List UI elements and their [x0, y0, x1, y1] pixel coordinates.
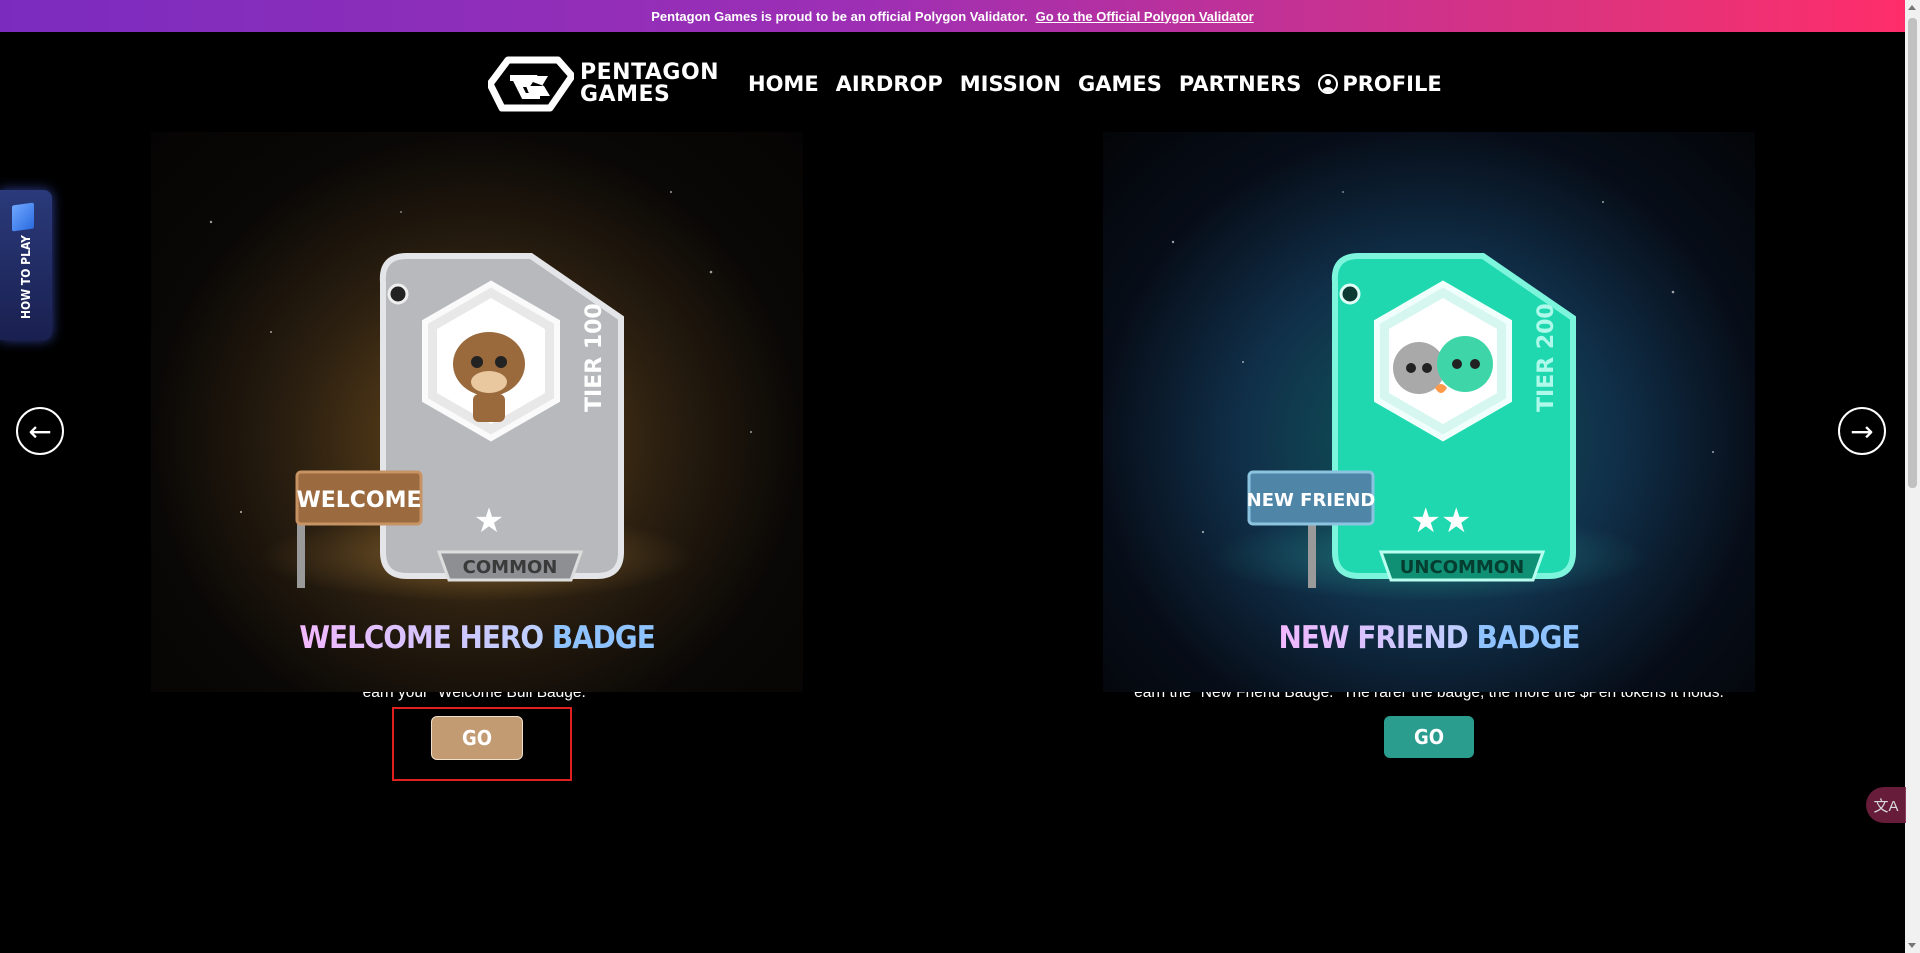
badge-artwork: TIER 200 ★★ UNCOMMON NEW FRIEND: [1103, 132, 1755, 692]
site-header: PENTAGON GAMES HOME AIRDROP MISSION GAME…: [488, 48, 1459, 120]
badge-title: WELCOME HERO BADGE: [151, 620, 803, 656]
badge-illustration: TIER 100 ★ COMMON WELCOME: [209, 191, 752, 588]
scrollbar[interactable]: [1905, 0, 1920, 953]
badge-card-welcome: TIER 100 ★ COMMON WELCOME WELCOME HERO B…: [151, 132, 803, 760]
arrow-right-icon: →: [1850, 414, 1874, 448]
how-to-play-tab[interactable]: HOW TO PLAY: [0, 190, 52, 340]
user-circle-icon: [1318, 74, 1339, 94]
pentagon-logo-icon: [488, 56, 574, 112]
how-to-play-label: HOW TO PLAY: [19, 235, 33, 319]
nav-games[interactable]: GAMES: [1078, 72, 1162, 96]
nav-airdrop[interactable]: AIRDROP: [836, 72, 943, 96]
sign-label: WELCOME: [296, 488, 421, 513]
badge-illustration: TIER 200 ★★ UNCOMMON NEW FRIEND: [1171, 191, 1714, 588]
rarity-stars: ★: [474, 502, 504, 540]
rarity-label: COMMON: [463, 557, 558, 578]
main-nav: HOME AIRDROP MISSION GAMES PARTNERS PROF…: [748, 72, 1459, 96]
scrollbar-thumb[interactable]: [1908, 18, 1917, 488]
arrow-left-icon: ←: [28, 414, 52, 448]
logo-line-1: PENTAGON: [580, 60, 720, 85]
tier-label: TIER 200: [1534, 303, 1559, 412]
badge-card-new-friend: TIER 200 ★★ UNCOMMON NEW FRIEND NEW FRIE…: [1103, 132, 1755, 758]
badge-artwork: TIER 100 ★ COMMON WELCOME: [151, 132, 803, 692]
rarity-stars: ★★: [1411, 502, 1472, 540]
translate-widget[interactable]: 文A: [1866, 787, 1906, 823]
carousel-next-button[interactable]: →: [1838, 407, 1886, 455]
sign-label: NEW FRIEND: [1247, 490, 1376, 511]
nav-home[interactable]: HOME: [748, 72, 819, 96]
logo-line-2: GAMES: [580, 82, 671, 107]
rarity-label: UNCOMMON: [1400, 557, 1524, 578]
nav-mission[interactable]: MISSION: [960, 72, 1061, 96]
pentagon-games-logo[interactable]: PENTAGON GAMES: [488, 56, 728, 112]
polygon-validator-link[interactable]: Go to the Official Polygon Validator: [1036, 9, 1254, 24]
tier-label: TIER 100: [582, 303, 607, 412]
nav-profile-label: PROFILE: [1342, 72, 1442, 96]
badge-title-main: NEW FRIEND: [1278, 620, 1477, 656]
announcement-banner: Pentagon Games is proud to be an officia…: [0, 0, 1905, 32]
badge-title-suffix: BADGE: [1476, 620, 1581, 656]
carousel-prev-button[interactable]: ←: [16, 407, 64, 455]
highlight-box: [392, 707, 572, 781]
new-friend-go-button[interactable]: GO: [1384, 716, 1474, 758]
nav-partners[interactable]: PARTNERS: [1179, 72, 1301, 96]
badge-title-main: WELCOME HERO: [299, 620, 552, 656]
badge-title: NEW FRIEND BADGE: [1103, 620, 1755, 656]
badge-title-suffix: BADGE: [551, 620, 656, 656]
logo-wordmark: PENTAGON GAMES: [580, 62, 719, 106]
scroll-up-icon[interactable]: [1908, 5, 1916, 10]
translate-icon: 文A: [1873, 797, 1899, 815]
nav-profile[interactable]: PROFILE: [1318, 72, 1442, 96]
scroll-down-icon[interactable]: [1908, 943, 1916, 948]
banner-text: Pentagon Games is proud to be an officia…: [651, 8, 1028, 24]
